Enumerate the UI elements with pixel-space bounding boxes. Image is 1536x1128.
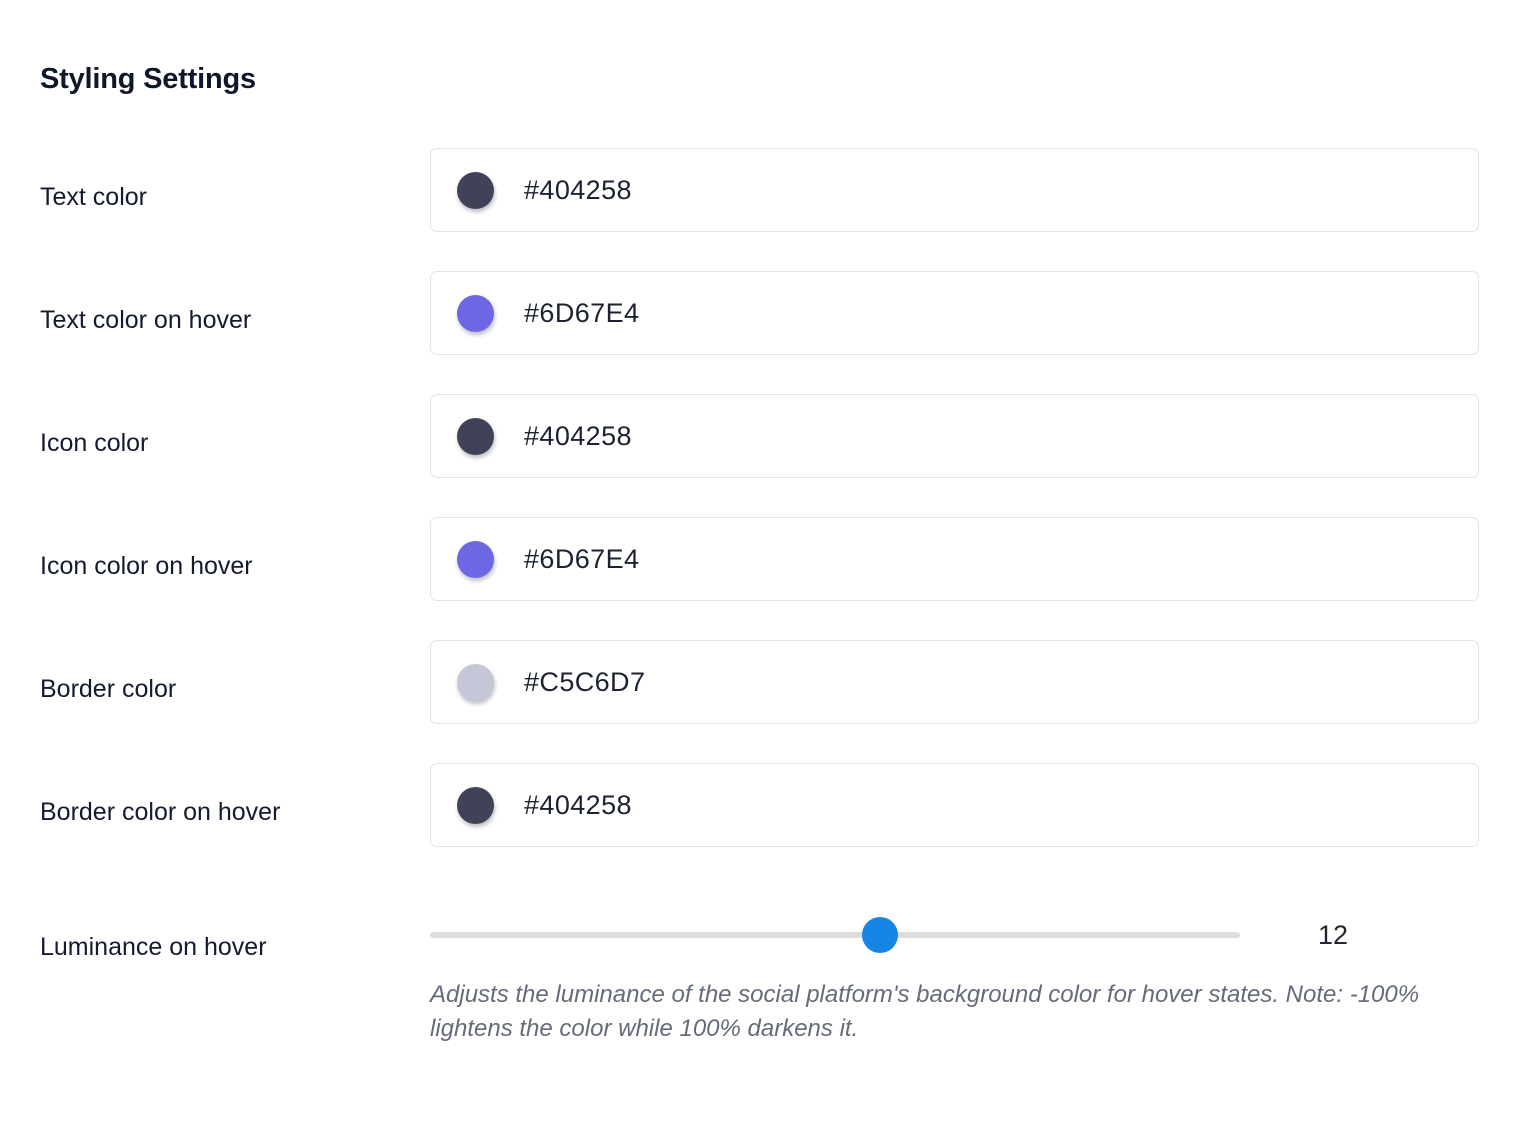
color-picker-icon-color[interactable]: #404258	[430, 394, 1479, 478]
luminance-value: 12	[1318, 922, 1358, 949]
setting-control: #404258	[430, 394, 1536, 478]
slider-track[interactable]	[430, 932, 1240, 938]
color-swatch-icon[interactable]	[457, 172, 494, 209]
color-hex-value: #404258	[524, 423, 632, 450]
setting-control: #6D67E4	[430, 271, 1536, 355]
setting-label: Icon color	[0, 394, 430, 459]
color-picker-text-color[interactable]: #404258	[430, 148, 1479, 232]
setting-control: #404258	[430, 148, 1536, 232]
color-hex-value: #404258	[524, 177, 632, 204]
color-swatch-icon[interactable]	[457, 664, 494, 701]
setting-label: Luminance on hover	[0, 886, 430, 963]
setting-label: Icon color on hover	[0, 517, 430, 582]
setting-row-icon-color: Icon color #404258	[0, 394, 1536, 517]
color-swatch-icon[interactable]	[457, 787, 494, 824]
color-hex-value: #6D67E4	[524, 546, 639, 573]
setting-label: Border color on hover	[0, 763, 430, 828]
color-picker-border-color-on-hover[interactable]: #404258	[430, 763, 1479, 847]
luminance-slider[interactable]	[430, 916, 1240, 954]
color-swatch-icon[interactable]	[457, 541, 494, 578]
color-picker-border-color[interactable]: #C5C6D7	[430, 640, 1479, 724]
setting-row-luminance-on-hover: Luminance on hover 12 Adjusts the lumina…	[0, 886, 1536, 1046]
setting-row-icon-color-on-hover: Icon color on hover #6D67E4	[0, 517, 1536, 640]
color-swatch-icon[interactable]	[457, 418, 494, 455]
color-picker-text-color-on-hover[interactable]: #6D67E4	[430, 271, 1479, 355]
setting-row-text-color-on-hover: Text color on hover #6D67E4	[0, 271, 1536, 394]
setting-label: Text color	[0, 148, 430, 213]
setting-label: Text color on hover	[0, 271, 430, 336]
color-hex-value: #C5C6D7	[524, 669, 645, 696]
page-title: Styling Settings	[40, 62, 256, 97]
slider-line: 12	[430, 916, 1479, 954]
color-swatch-icon[interactable]	[457, 295, 494, 332]
styling-settings-page: Styling Settings Text color #404258 Text…	[0, 0, 1536, 1128]
slider-thumb-handle[interactable]	[862, 917, 898, 953]
color-hex-value: #6D67E4	[524, 300, 639, 327]
setting-control: #404258	[430, 763, 1536, 847]
setting-row-border-color: Border color #C5C6D7	[0, 640, 1536, 763]
setting-control: #C5C6D7	[430, 640, 1536, 724]
luminance-slider-group: 12 Adjusts the luminance of the social p…	[430, 886, 1479, 1046]
color-hex-value: #404258	[524, 792, 632, 819]
setting-row-border-color-on-hover: Border color on hover #404258	[0, 763, 1536, 886]
luminance-help-text: Adjusts the luminance of the social plat…	[430, 978, 1445, 1046]
color-picker-icon-color-on-hover[interactable]: #6D67E4	[430, 517, 1479, 601]
setting-control: 12 Adjusts the luminance of the social p…	[430, 886, 1536, 1046]
settings-list: Text color #404258 Text color on hover #…	[0, 148, 1536, 1046]
setting-control: #6D67E4	[430, 517, 1536, 601]
setting-label: Border color	[0, 640, 430, 705]
setting-row-text-color: Text color #404258	[0, 148, 1536, 271]
